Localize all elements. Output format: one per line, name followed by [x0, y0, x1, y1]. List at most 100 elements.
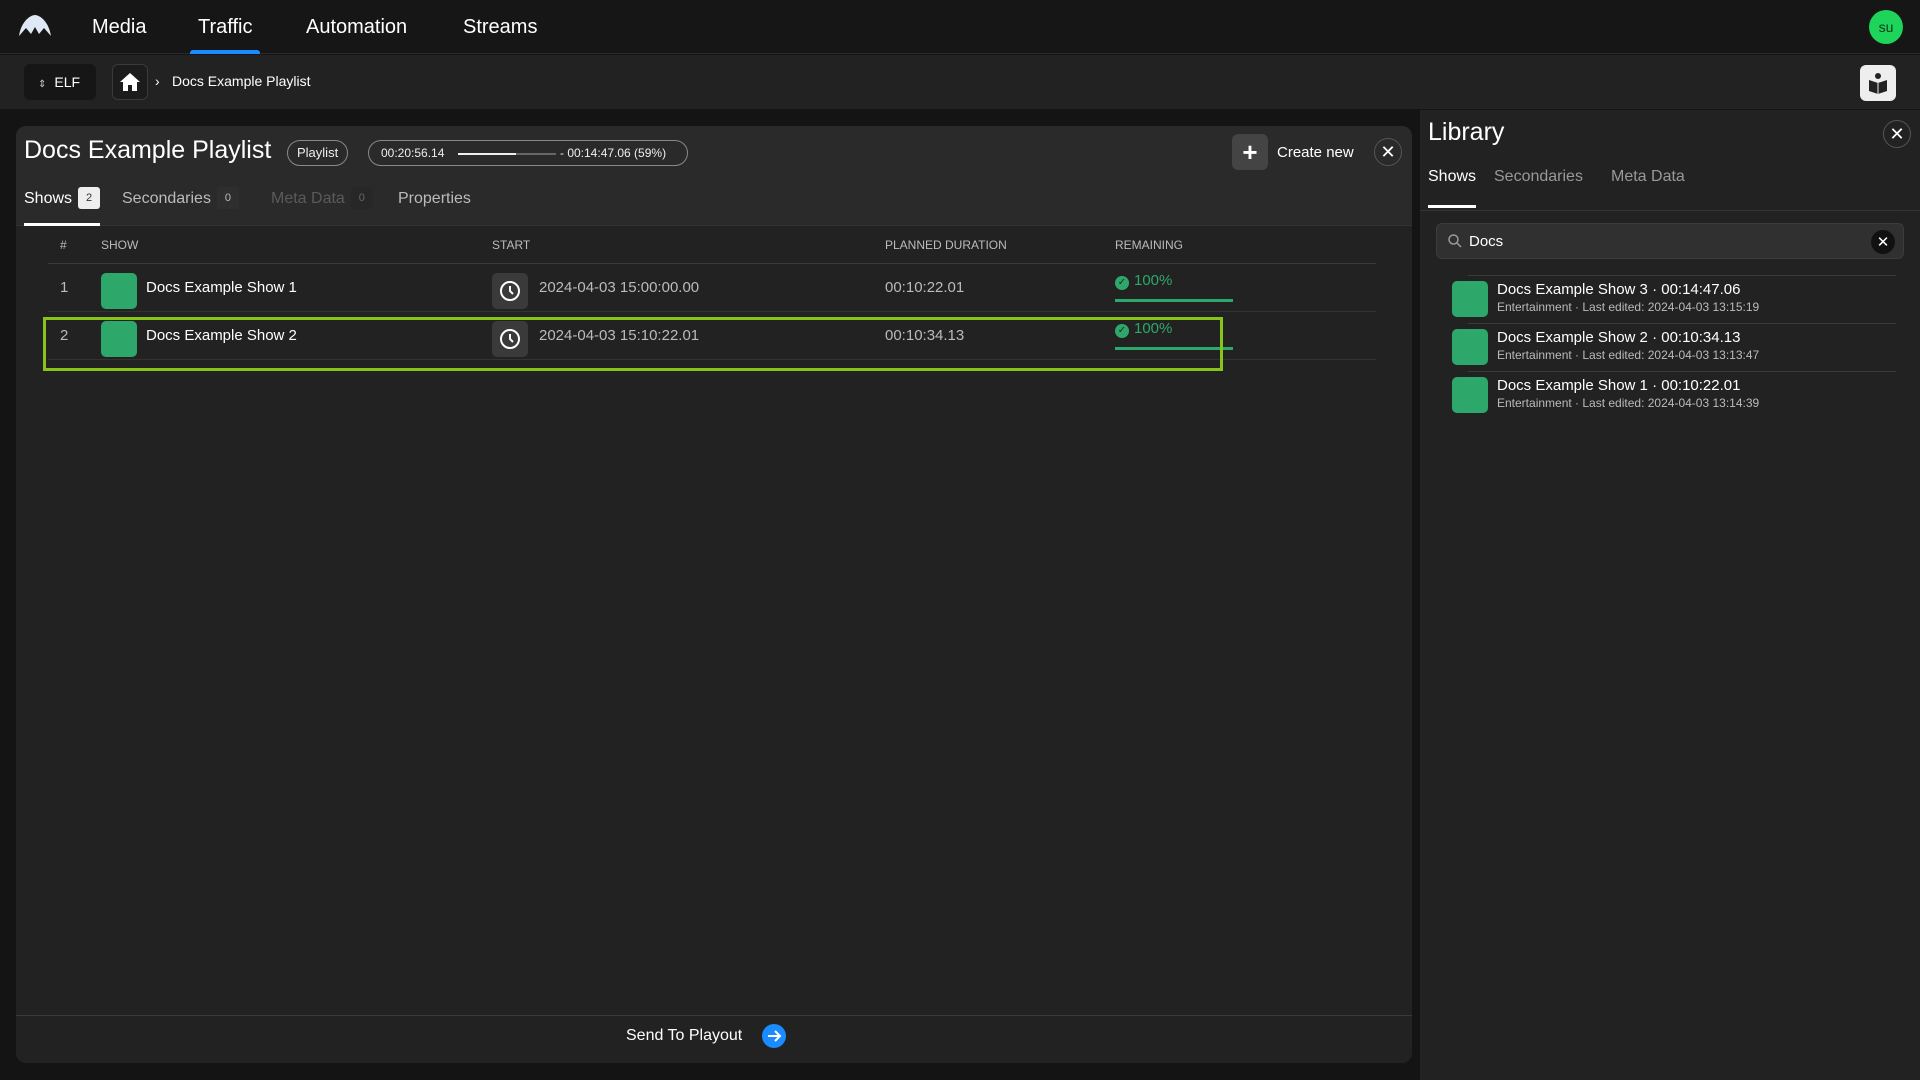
col-start: START	[492, 238, 531, 252]
tab-shows[interactable]: Shows 2	[24, 184, 101, 226]
check-circle-icon: ✓	[1115, 276, 1129, 290]
environment-label: ELF	[54, 74, 81, 90]
planned-duration: 00:10:34.13	[885, 327, 965, 344]
library-item-subtitle: Entertainment · Last edited: 2024-04-03 …	[1497, 396, 1760, 410]
tab-label: Meta Data	[271, 190, 345, 207]
plus-icon: +	[1232, 134, 1268, 170]
col-num: #	[60, 238, 67, 252]
close-library-button[interactable]: ✕	[1883, 120, 1911, 148]
breadcrumb-current[interactable]: Docs Example Playlist	[172, 73, 311, 89]
clear-search-button[interactable]: ✕	[1871, 230, 1895, 254]
arrow-right-icon	[762, 1024, 787, 1048]
tab-count: 0	[216, 187, 239, 209]
library-item-title: Docs Example Show 3 · 00:14:47.06	[1497, 281, 1741, 298]
remaining-value: 100%	[1134, 272, 1173, 289]
tab-secondaries[interactable]: Secondaries 0	[122, 184, 239, 226]
close-icon: ✕	[1380, 141, 1396, 162]
clock-icon	[500, 281, 520, 301]
playlist-progress-track	[458, 153, 556, 155]
library-panel: Library ✕ Shows Secondaries Meta Data ✕ …	[1420, 110, 1920, 1080]
environment-selector[interactable]: ⇕ ELF	[24, 64, 96, 100]
playlist-elapsed: 00:20:56.14	[381, 146, 445, 160]
create-new-label: Create new	[1277, 143, 1354, 161]
library-item-title: Docs Example Show 1 · 00:10:22.01	[1497, 377, 1741, 394]
tab-count: 2	[78, 187, 101, 209]
playlist-footer: Send To Playout	[16, 1015, 1412, 1063]
close-icon: ✕	[1889, 123, 1905, 144]
library-list: Docs Example Show 3 · 00:14:47.06 Entert…	[1420, 275, 1920, 419]
col-remaining: REMAINING	[1115, 238, 1184, 252]
start-time: 2024-04-03 15:00:00.00	[539, 279, 700, 296]
close-icon: ✕	[1876, 234, 1890, 251]
close-playlist-button[interactable]: ✕	[1374, 138, 1402, 166]
top-navigation-bar: Media Traffic Automation Streams su	[0, 0, 1920, 54]
breadcrumb-chevron-icon: ›	[155, 73, 160, 89]
remaining-status: ✓ 100%	[1115, 320, 1233, 350]
create-new-button[interactable]: + Create new	[1232, 134, 1354, 170]
show-thumbnail	[1452, 329, 1488, 365]
show-name: Docs Example Show 1	[146, 279, 297, 296]
col-show: SHOW	[101, 238, 139, 252]
table-row[interactable]: 1 Docs Example Show 1 2024-04-03 15:00:0…	[48, 264, 1376, 312]
guide-button[interactable]	[1860, 65, 1896, 101]
library-tab-meta-data[interactable]: Meta Data	[1611, 162, 1685, 208]
playlist-panel: Docs Example Playlist Playlist 00:20:56.…	[16, 126, 1412, 1063]
nav-media[interactable]: Media	[92, 0, 146, 54]
playlist-progress: 00:20:56.14 - 00:14:47.06 (59%)	[368, 140, 688, 166]
library-title: Library	[1428, 118, 1505, 146]
start-time-button[interactable]	[492, 273, 528, 309]
playlist-type-badge: Playlist	[287, 140, 349, 166]
library-item-subtitle: Entertainment · Last edited: 2024-04-03 …	[1497, 348, 1760, 362]
playlist-title: Docs Example Playlist	[24, 136, 272, 164]
send-to-playout-button[interactable]: Send To Playout	[626, 1024, 787, 1048]
library-item-title: Docs Example Show 2 · 00:10:34.13	[1497, 329, 1741, 346]
app-logo-icon[interactable]	[18, 14, 52, 38]
show-thumbnail	[1452, 281, 1488, 317]
divider	[1420, 210, 1920, 211]
book-reader-icon	[1869, 73, 1887, 94]
playlist-remaining: - 00:14:47.06 (59%)	[560, 146, 667, 160]
list-item[interactable]: Docs Example Show 1 · 00:10:22.01 Entert…	[1420, 371, 1920, 419]
table-row[interactable]: 2 Docs Example Show 2 2024-04-03 15:10:2…	[48, 312, 1376, 360]
start-time-button[interactable]	[492, 321, 528, 357]
tab-count: 0	[350, 187, 373, 209]
show-thumbnail	[101, 321, 137, 357]
search-icon	[1448, 234, 1462, 248]
nav-streams[interactable]: Streams	[463, 0, 537, 54]
row-number: 1	[60, 279, 69, 296]
library-search: ✕	[1436, 223, 1904, 259]
show-thumbnail	[101, 273, 137, 309]
show-thumbnail	[1452, 377, 1488, 413]
tab-label: Secondaries	[122, 190, 211, 207]
planned-duration: 00:10:22.01	[885, 279, 965, 296]
nav-automation[interactable]: Automation	[306, 0, 407, 54]
library-item-subtitle: Entertainment · Last edited: 2024-04-03 …	[1497, 300, 1760, 314]
library-tab-shows[interactable]: Shows	[1428, 162, 1477, 208]
playlist-progress-fill	[458, 153, 516, 155]
nav-traffic[interactable]: Traffic	[189, 0, 261, 54]
library-search-input[interactable]	[1469, 224, 1849, 258]
list-item[interactable]: Docs Example Show 2 · 00:10:34.13 Entert…	[1420, 323, 1920, 371]
col-duration: PLANNED DURATION	[885, 238, 1007, 252]
updown-chevron-icon: ⇕	[38, 79, 47, 90]
tab-meta-data: Meta Data 0	[271, 184, 373, 226]
library-tab-secondaries[interactable]: Secondaries	[1494, 162, 1583, 208]
tab-label: Properties	[398, 190, 471, 207]
table-header: # SHOW START PLANNED DURATION REMAINING	[48, 226, 1376, 264]
row-number: 2	[60, 327, 69, 344]
tab-label: Shows	[24, 190, 73, 207]
sub-bar: ⇕ ELF › Docs Example Playlist	[0, 55, 1920, 109]
playlist-header: Docs Example Playlist Playlist 00:20:56.…	[16, 126, 1412, 226]
check-circle-icon: ✓	[1115, 324, 1129, 338]
shows-table: # SHOW START PLANNED DURATION REMAINING …	[48, 226, 1376, 360]
remaining-status: ✓ 100%	[1115, 272, 1233, 302]
list-item[interactable]: Docs Example Show 3 · 00:14:47.06 Entert…	[1420, 275, 1920, 323]
clock-icon	[500, 329, 520, 349]
remaining-value: 100%	[1134, 320, 1173, 337]
show-name: Docs Example Show 2	[146, 327, 297, 344]
tab-properties[interactable]: Properties	[398, 184, 471, 226]
start-time: 2024-04-03 15:10:22.01	[539, 327, 700, 344]
send-to-playout-label: Send To Playout	[626, 1027, 743, 1044]
user-avatar[interactable]: su	[1869, 10, 1903, 44]
home-button[interactable]	[112, 64, 148, 100]
